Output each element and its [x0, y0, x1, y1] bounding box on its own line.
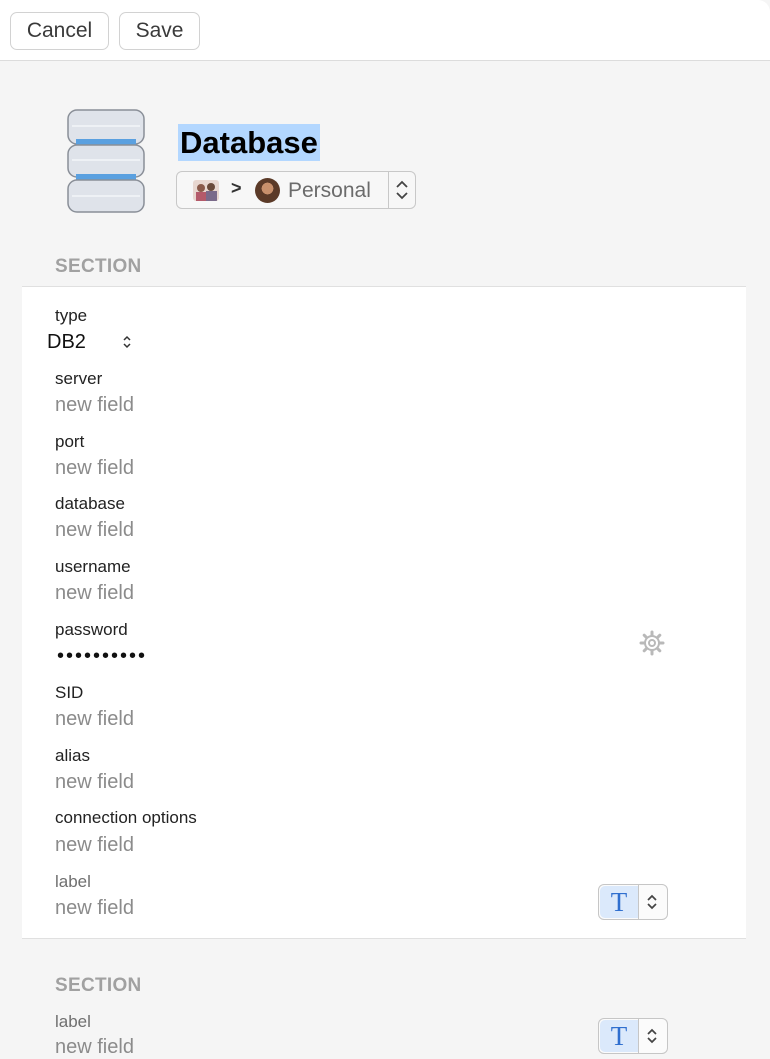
username-field[interactable]: new field [55, 582, 134, 605]
field-label-sid: SID [55, 683, 84, 702]
custom-field-label[interactable]: label [55, 872, 91, 892]
cancel-button[interactable]: Cancel [10, 12, 109, 50]
database-icon[interactable] [66, 108, 146, 214]
gear-icon[interactable] [639, 630, 665, 656]
field-label-connection-options: connection options [55, 808, 197, 827]
avatar [255, 178, 280, 203]
text-type-icon: T [600, 886, 638, 918]
field-type-button[interactable]: T [598, 884, 668, 920]
vault-stepper[interactable] [388, 172, 415, 208]
sid-field[interactable]: new field [55, 708, 134, 731]
database-field[interactable]: new field [55, 519, 134, 542]
save-button[interactable]: Save [119, 12, 200, 50]
item-title-input[interactable]: Database [178, 124, 320, 161]
field-label-database: database [55, 494, 125, 513]
section-header: SECTION [55, 975, 142, 996]
field-label-port: port [55, 432, 85, 451]
chevron-updown-icon[interactable] [122, 335, 132, 349]
server-field[interactable]: new field [55, 394, 134, 417]
field-label-type: type [55, 306, 88, 325]
divider [638, 885, 639, 919]
toolbar: Cancel Save [0, 0, 770, 61]
custom-field-label[interactable]: label [55, 1012, 91, 1032]
chevron-updown-icon [647, 894, 657, 910]
field-label-alias: alias [55, 746, 90, 765]
password-field[interactable]: •••••••••• [57, 645, 147, 668]
alias-field[interactable]: new field [55, 771, 134, 794]
field-label-server: server [55, 369, 103, 388]
chevron-updown-icon [647, 1028, 657, 1044]
type-select[interactable]: DB2 [47, 331, 86, 354]
field-type-button[interactable]: T [598, 1018, 668, 1054]
vault-icon [193, 180, 219, 201]
custom-field-value[interactable]: new field [55, 1036, 134, 1059]
chevron-updown-icon [396, 180, 408, 200]
section-header: SECTION [55, 256, 142, 277]
vault-name: Personal [288, 179, 371, 202]
connection-options-field[interactable]: new field [55, 834, 134, 857]
field-label-username: username [55, 557, 131, 576]
vault-selector[interactable]: > Personal [176, 171, 416, 209]
text-type-icon: T [600, 1020, 638, 1052]
custom-field-value[interactable]: new field [55, 897, 134, 920]
chevron-right-icon: > [231, 178, 242, 198]
divider [638, 1019, 639, 1053]
field-label-password: password [55, 620, 128, 639]
port-field[interactable]: new field [55, 457, 134, 480]
